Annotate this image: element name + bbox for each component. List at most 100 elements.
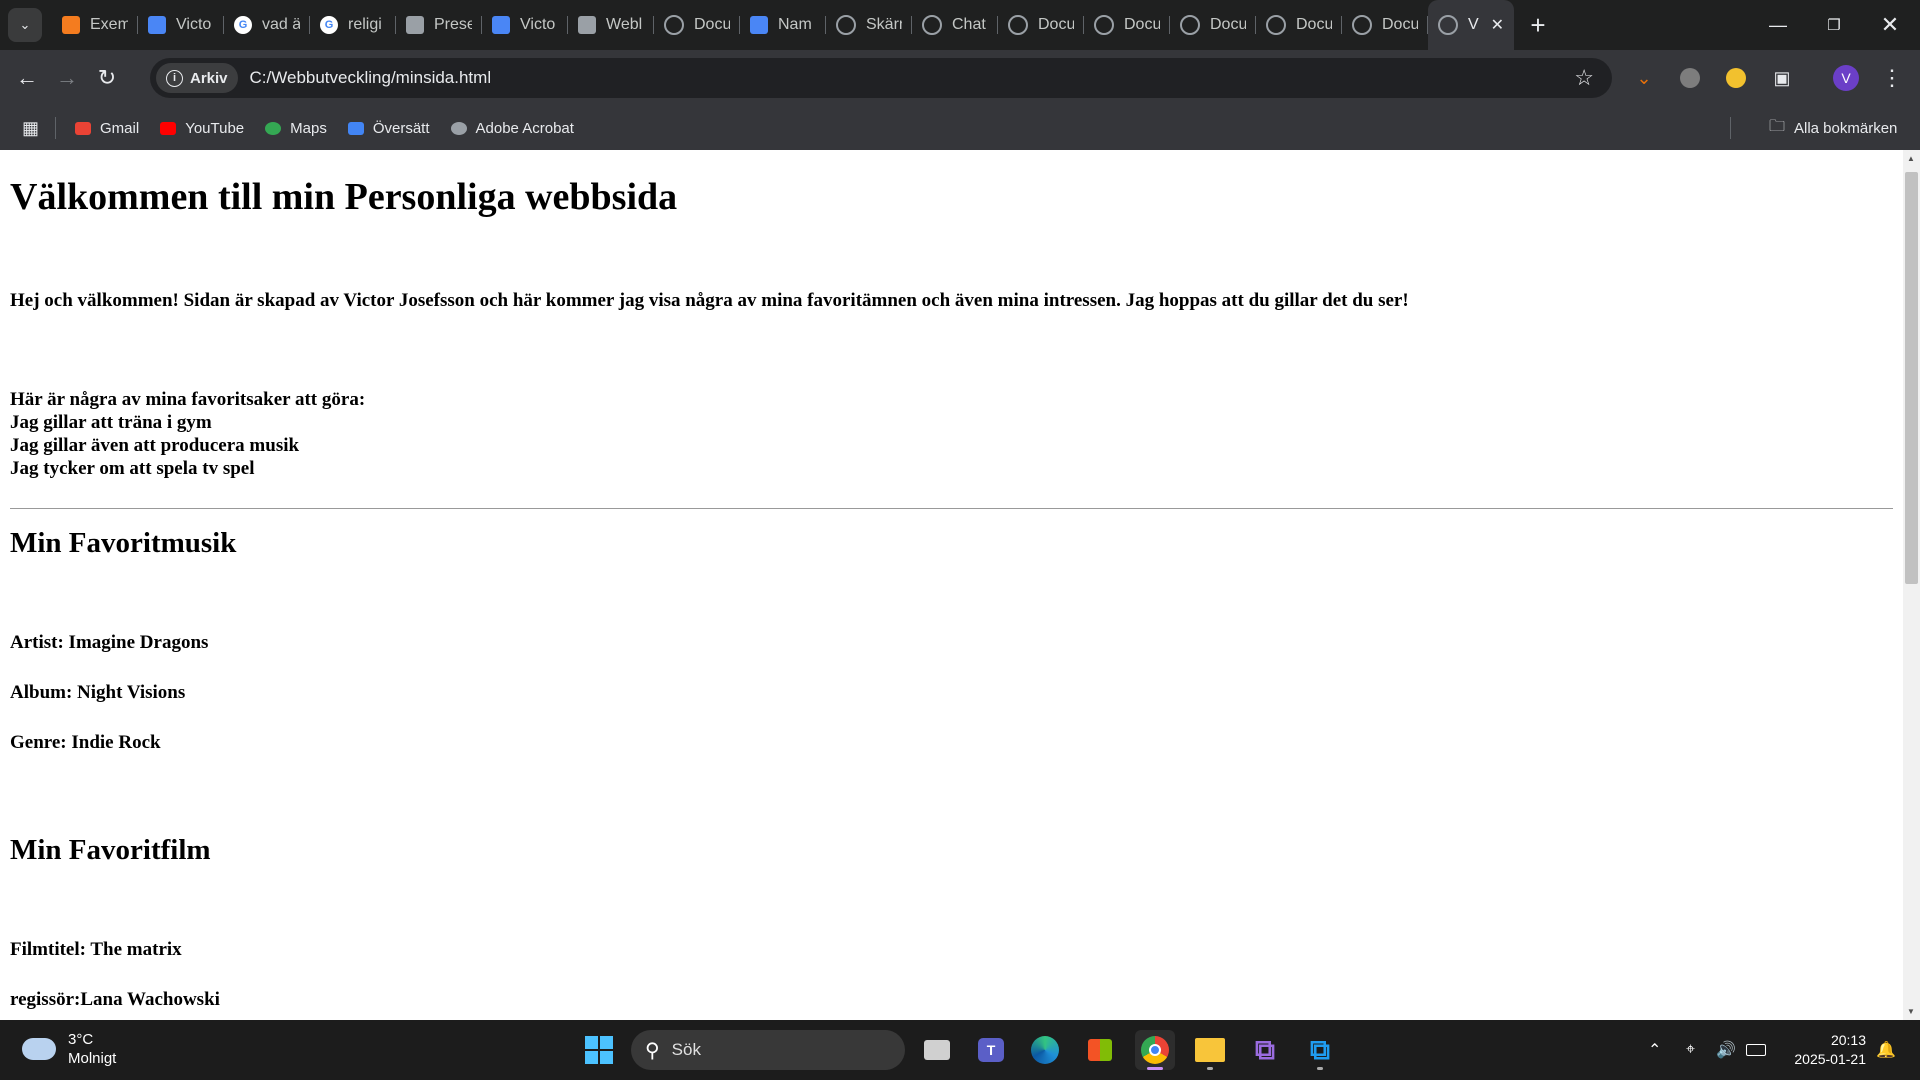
globe-icon: [1094, 15, 1114, 35]
forward-button[interactable]: →: [47, 58, 87, 98]
close-tab-icon[interactable]: ✕: [1491, 15, 1504, 35]
bookmark-item[interactable]: Översätt: [347, 120, 430, 137]
tab-title: Docu: [694, 16, 730, 33]
film-heading: Min Favoritfilm: [10, 834, 211, 866]
teams-button[interactable]: T: [971, 1030, 1011, 1070]
apps-grid-button[interactable]: ▦: [22, 118, 39, 139]
bookmark-item[interactable]: YouTube: [159, 120, 244, 137]
microsoft-store-button[interactable]: [1080, 1030, 1120, 1070]
extension-1-icon[interactable]: [1674, 62, 1706, 94]
menu-kebab-icon[interactable]: ⋮: [1876, 62, 1908, 94]
minimize-button[interactable]: —: [1750, 0, 1806, 50]
folder-icon: 🗀: [1768, 117, 1785, 135]
extension-2-icon[interactable]: [1720, 62, 1752, 94]
wifi-icon[interactable]: ⌖: [1686, 1020, 1695, 1080]
running-app-indicator: [1317, 1067, 1323, 1070]
bookmark-item[interactable]: Adobe Acrobat: [450, 120, 574, 137]
slides-icon: [578, 16, 596, 34]
task-view-icon: [924, 1040, 950, 1060]
docs-icon: [148, 16, 166, 34]
browser-tab[interactable]: Exem: [52, 0, 138, 50]
restore-icon: ❐: [1827, 17, 1841, 34]
edge-icon: [1031, 1036, 1059, 1064]
tab-title: V: [1468, 16, 1479, 33]
show-hidden-icons-button[interactable]: ⌃: [1648, 1020, 1661, 1080]
back-button[interactable]: ←: [7, 58, 47, 98]
browser-tab[interactable]: V ✕: [1428, 0, 1514, 50]
bookmark-label: Gmail: [100, 119, 140, 137]
scroll-up-arrow-icon[interactable]: ▲: [1907, 154, 1915, 163]
globe-icon: [836, 15, 856, 35]
browser-tab[interactable]: Gvad ä: [224, 0, 310, 50]
chrome-icon: [1141, 1036, 1169, 1064]
browser-tab[interactable]: Docu: [1256, 0, 1342, 50]
profile-avatar[interactable]: V: [1830, 62, 1862, 94]
browser-tab[interactable]: Webl: [568, 0, 654, 50]
edge-button[interactable]: [1025, 1030, 1065, 1070]
url-text[interactable]: C:/Webbutveckling/minsida.html: [250, 68, 492, 88]
start-button[interactable]: [579, 1030, 619, 1070]
browser-tab[interactable]: Victo: [138, 0, 224, 50]
globe-icon: [1008, 15, 1028, 35]
browser-tab[interactable]: Greligi: [310, 0, 396, 50]
tab-title: Victo: [176, 16, 212, 33]
docs-icon: [492, 16, 510, 34]
scroll-down-arrow-icon[interactable]: ▼: [1907, 1007, 1915, 1016]
taskbar-search[interactable]: ⚲ Sök: [631, 1030, 905, 1070]
weather-widget[interactable]: 3°C Molnigt: [22, 1030, 116, 1068]
browser-tab[interactable]: Prese: [396, 0, 482, 50]
favorite-item: Jag gillar även att producera musik: [10, 435, 300, 456]
browser-tab[interactable]: Chat: [912, 0, 998, 50]
volume-icon[interactable]: 🔊: [1716, 1020, 1736, 1080]
close-window-button[interactable]: ✕: [1862, 0, 1918, 50]
scrollbar-thumb[interactable]: [1905, 172, 1918, 584]
tab-title: Docu: [1296, 16, 1332, 33]
bookmark-item[interactable]: Gmail: [74, 120, 139, 137]
new-tab-button[interactable]: +: [1518, 5, 1558, 45]
browser-tab[interactable]: Docu: [1084, 0, 1170, 50]
browser-tab[interactable]: Victo: [482, 0, 568, 50]
browser-tab[interactable]: Nam: [740, 0, 826, 50]
site-info-chip[interactable]: i Arkiv: [156, 63, 238, 93]
browser-tab[interactable]: Docu: [654, 0, 740, 50]
page-scrollbar[interactable]: ▲ ▼: [1903, 150, 1920, 1020]
browser-tab[interactable]: Docu: [1170, 0, 1256, 50]
tab-title: Skärn: [866, 16, 902, 33]
browser-tab[interactable]: Docu: [998, 0, 1084, 50]
favorites-list: Jag gillar att träna i gym Jag gillar äve…: [10, 411, 1893, 480]
extension-chevron-icon[interactable]: ⌄: [1628, 62, 1660, 94]
tab-search-button[interactable]: ⌄: [8, 8, 42, 42]
tab-strip: ⌄ Exem Victo Gvad ä Greligi Prese Victo Webl Do…: [0, 0, 1920, 50]
globe-icon: [1438, 15, 1458, 35]
vscode-button[interactable]: ⧉: [1300, 1030, 1340, 1070]
globe-icon: [1180, 15, 1200, 35]
file-explorer-button[interactable]: [1190, 1030, 1230, 1070]
tab-title: Exem: [90, 16, 128, 33]
browser-tab[interactable]: Docu: [1342, 0, 1428, 50]
battery-icon[interactable]: [1746, 1020, 1766, 1080]
extensions-puzzle-icon[interactable]: ▣: [1766, 62, 1798, 94]
reload-button[interactable]: ↻: [87, 58, 127, 98]
all-bookmarks-label: Alla bokmärken: [1794, 119, 1898, 137]
bookmark-label: Adobe Acrobat: [475, 119, 574, 137]
favorite-item: Jag gillar att träna i gym: [10, 412, 212, 433]
tab-title: Docu: [1124, 16, 1160, 33]
task-view-button[interactable]: [917, 1030, 957, 1070]
tab-title: Nam: [778, 16, 812, 33]
restore-button[interactable]: ❐: [1806, 0, 1862, 50]
system-clock[interactable]: 20:13 2025-01-21: [1794, 1031, 1866, 1069]
gmail-icon: [74, 120, 92, 136]
tab-title: Docu: [1382, 16, 1418, 33]
visual-studio-button[interactable]: ⧉: [1245, 1030, 1285, 1070]
film-title-text: Filmtitel: The matrix: [10, 939, 182, 960]
notifications-bell-icon[interactable]: 🔔: [1876, 1020, 1896, 1080]
chrome-button[interactable]: [1135, 1030, 1175, 1070]
browser-tab[interactable]: Skärn: [826, 0, 912, 50]
tab-title: Docu: [1210, 16, 1246, 33]
all-bookmarks-button[interactable]: 🗀 Alla bokmärken: [1768, 117, 1898, 137]
page-title: Välkommen till min Personliga webbsida: [10, 176, 678, 218]
bookmark-item[interactable]: Maps: [264, 120, 327, 137]
weather-temperature: 3°C: [68, 1031, 94, 1048]
address-bar[interactable]: i Arkiv C:/Webbutveckling/minsida.html ☆: [150, 58, 1612, 98]
bookmark-star-icon[interactable]: ☆: [1574, 65, 1594, 91]
